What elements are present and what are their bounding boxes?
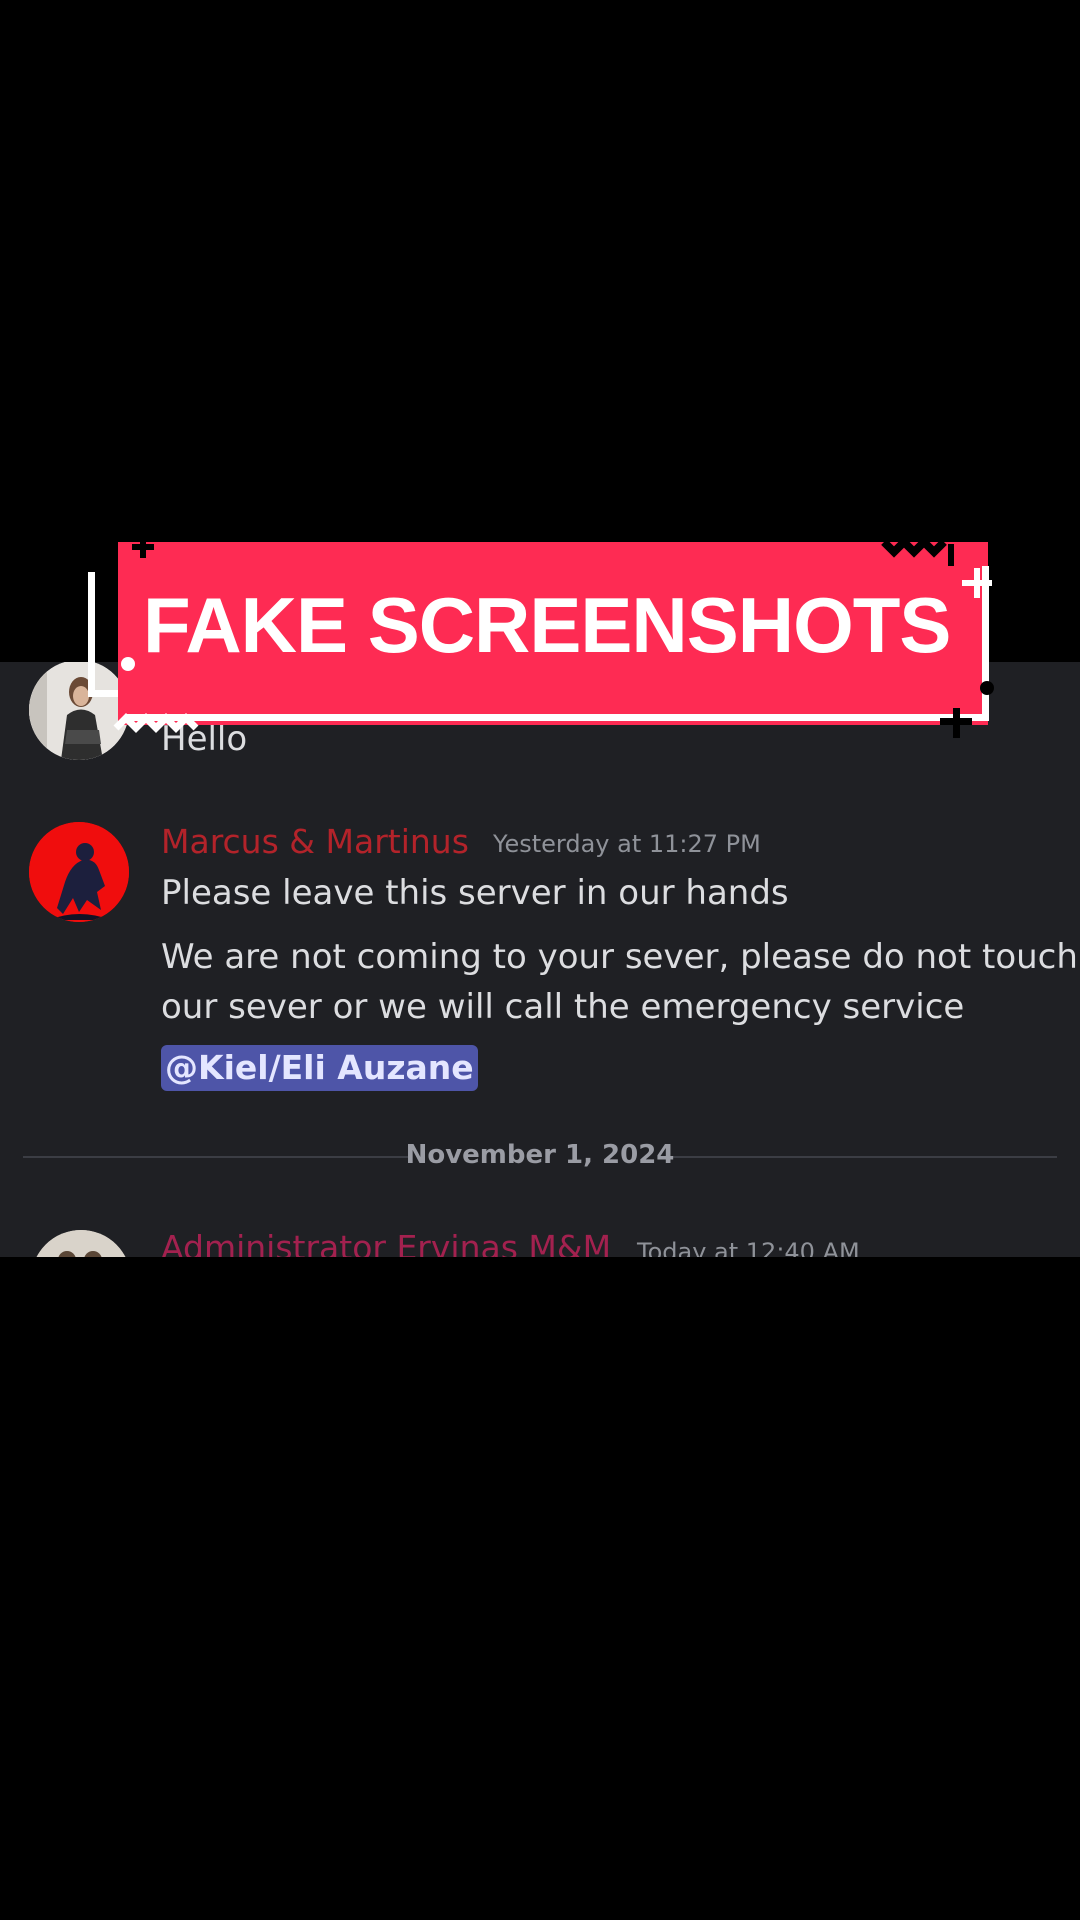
message-text: We are not coming to your sever, please … (161, 937, 1078, 977)
user-mention[interactable]: @Kiel/Eli Auzane (161, 1045, 478, 1091)
author-name[interactable]: Administrator Ervinas M&M (161, 1228, 611, 1257)
message-text: Please leave this server in our hands (161, 873, 789, 913)
overlay-banner: FAKE SCREENSHOTS (88, 540, 1008, 740)
chat-panel: Hello Marcus & Martinus Yesterday at 11:… (0, 662, 1080, 1257)
banner-decorations (113, 540, 994, 738)
message-timestamp: Today at 12:40 AM (637, 1238, 860, 1257)
message-text: our sever or we will call the emergency … (161, 987, 965, 1027)
date-divider: November 1, 2024 (405, 1140, 675, 1170)
avatar[interactable] (31, 1230, 131, 1257)
author-name[interactable]: Marcus & Martinus (161, 822, 469, 861)
avatar[interactable] (29, 822, 129, 922)
message-timestamp: Yesterday at 11:27 PM (493, 830, 761, 858)
